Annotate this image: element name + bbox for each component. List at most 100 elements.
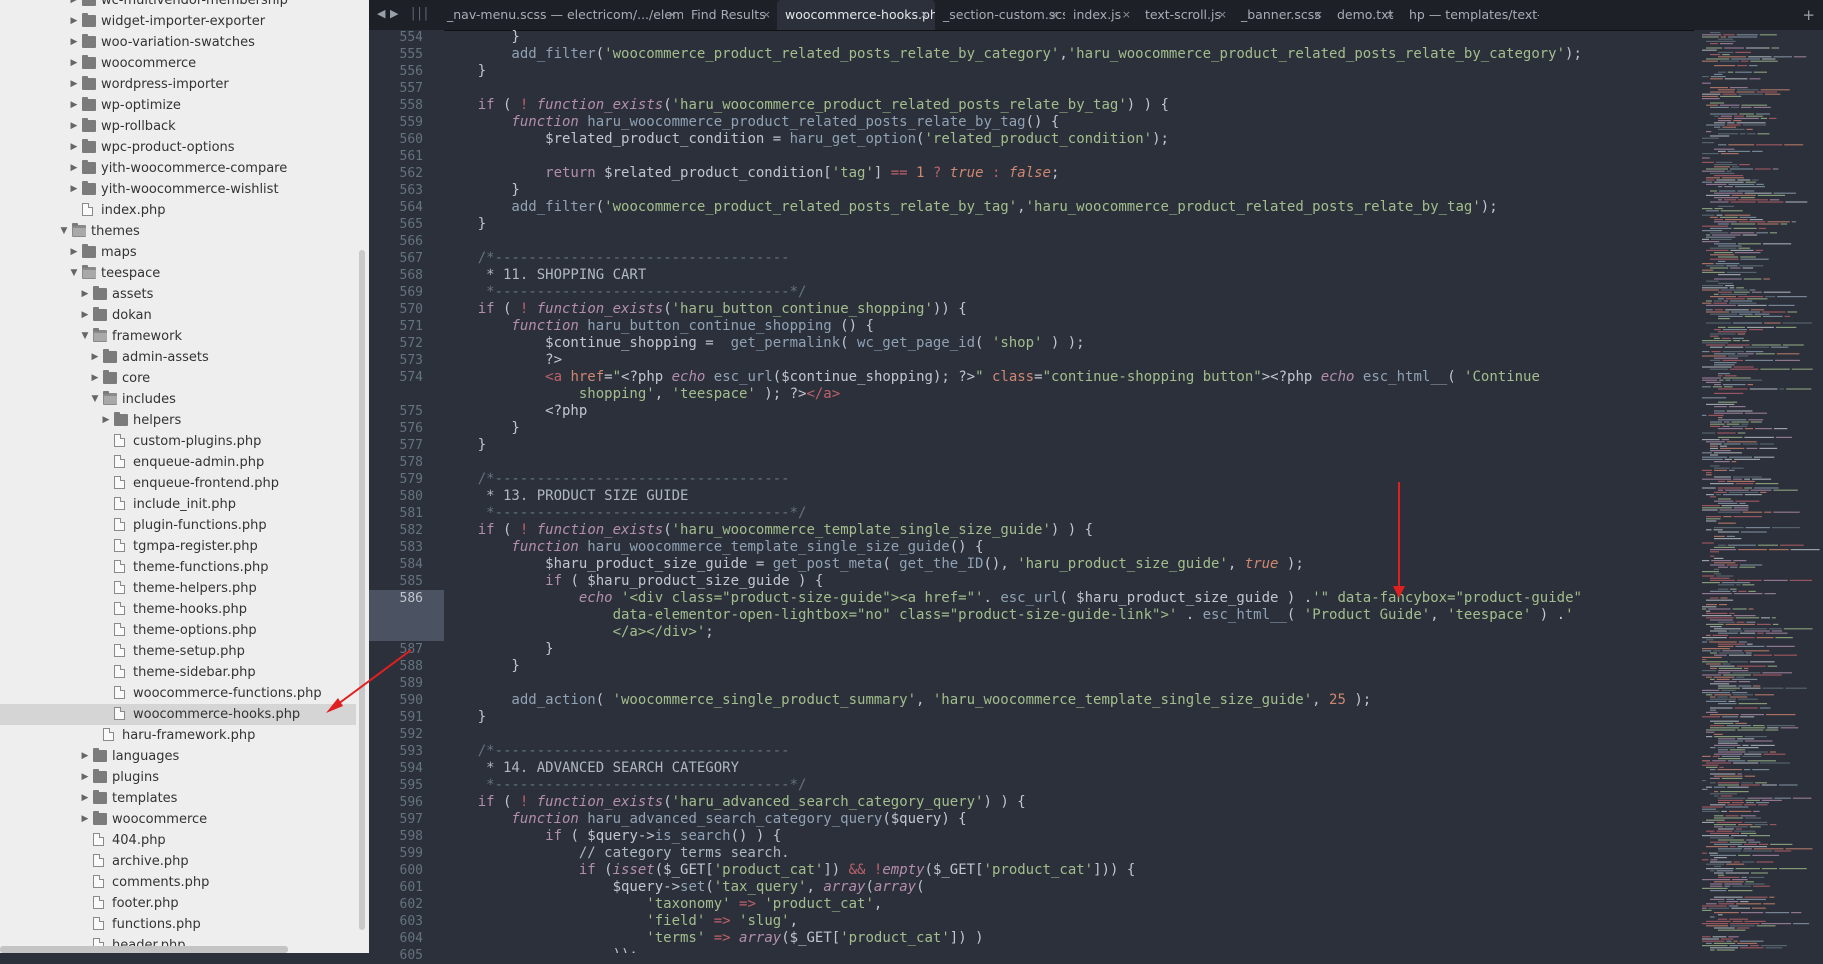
disclosure-closed-icon[interactable]: ▶: [69, 116, 79, 137]
tree-folder-themes[interactable]: ▼ themes: [0, 221, 356, 242]
tree-folder-woo-variation-swatches[interactable]: ▶ woo-variation-swatches: [0, 32, 356, 53]
new-tab-icon[interactable]: +: [1802, 6, 1815, 24]
disclosure-closed-icon[interactable]: ▶: [69, 32, 79, 53]
tree-folder-framework[interactable]: ▼ framework: [0, 326, 356, 347]
disclosure-closed-icon[interactable]: ▶: [80, 284, 90, 305]
forward-icon[interactable]: ▶: [390, 7, 398, 20]
code-line[interactable]: * 11. SHOPPING CART: [444, 267, 646, 284]
close-tab-icon[interactable]: ×: [762, 0, 771, 30]
code-line[interactable]: $related_product_condition = haru_get_op…: [444, 131, 1169, 148]
code-line[interactable]: ?>: [444, 352, 562, 369]
disclosure-closed-icon[interactable]: ▶: [69, 53, 79, 74]
code-line[interactable]: shopping', 'teespace' ); ?></a>: [444, 386, 840, 403]
close-tab-icon[interactable]: ×: [920, 0, 929, 30]
tree-folder-wp-optimize[interactable]: ▶ wp-optimize: [0, 95, 356, 116]
disclosure-closed-icon[interactable]: ▶: [90, 347, 100, 368]
code-line[interactable]: }: [444, 216, 486, 233]
tree-file-include-init-php[interactable]: include_init.php: [0, 494, 356, 515]
tree-folder-assets[interactable]: ▶ assets: [0, 284, 356, 305]
code-line[interactable]: $query->set('tax_query', array(array(: [444, 879, 925, 896]
code-line[interactable]: <?php: [444, 403, 587, 420]
tree-folder-templates[interactable]: ▶ templates: [0, 788, 356, 809]
disclosure-closed-icon[interactable]: ▶: [69, 11, 79, 32]
tree-file-theme-setup-php[interactable]: theme-setup.php: [0, 641, 356, 662]
code-line[interactable]: if ( ! function_exists('haru_woocommerce…: [444, 522, 1093, 539]
close-tab-icon[interactable]: ×: [1314, 0, 1323, 30]
tree-folder-widget-importer-exporter[interactable]: ▶ widget-importer-exporter: [0, 11, 356, 32]
tree-file-woocommerce-hooks-php[interactable]: woocommerce-hooks.php: [0, 704, 356, 725]
tree-file-404-php[interactable]: 404.php: [0, 830, 356, 851]
disclosure-open-icon[interactable]: ▼: [80, 326, 90, 347]
disclosure-open-icon[interactable]: ▼: [90, 389, 100, 410]
tree-folder-includes[interactable]: ▼ includes: [0, 389, 356, 410]
tree-folder-wordpress-importer[interactable]: ▶ wordpress-importer: [0, 74, 356, 95]
code-line[interactable]: ));: [444, 947, 638, 953]
tab-demo-txt[interactable]: demo.txt ×: [1329, 0, 1401, 30]
code-line[interactable]: function haru_advanced_search_category_q…: [444, 811, 966, 828]
code-line[interactable]: return $related_product_condition['tag']…: [444, 165, 1059, 182]
tree-file-index-php[interactable]: index.php: [0, 200, 356, 221]
tab-banner-scss[interactable]: _banner.scss ×: [1233, 0, 1329, 30]
tab-woocommerce-hooks-php[interactable]: woocommerce-hooks.php ×: [777, 0, 935, 30]
code-line[interactable]: }: [444, 437, 486, 454]
code-line[interactable]: function haru_button_continue_shopping (…: [444, 318, 873, 335]
tree-folder-admin-assets[interactable]: ▶ admin-assets: [0, 347, 356, 368]
close-tab-icon[interactable]: ×: [668, 0, 677, 30]
code-line[interactable]: *-----------------------------------*/: [444, 505, 806, 522]
tree-file-plugin-functions-php[interactable]: plugin-functions.php: [0, 515, 356, 536]
code-line[interactable]: $haru_product_size_guide = get_post_meta…: [444, 556, 1304, 573]
code-line[interactable]: add_filter('woocommerce_product_related_…: [444, 46, 1581, 63]
sidebar-horizontal-scrollbar[interactable]: [0, 946, 288, 953]
disclosure-open-icon[interactable]: ▼: [69, 263, 79, 284]
code-line[interactable]: 'field' => 'slug',: [444, 913, 798, 930]
tree-folder-woocommerce[interactable]: ▶ woocommerce: [0, 809, 356, 830]
tree-file-theme-sidebar-php[interactable]: theme-sidebar.php: [0, 662, 356, 683]
tree-file-woocommerce-functions-php[interactable]: woocommerce-functions.php: [0, 683, 356, 704]
code-line[interactable]: }: [444, 63, 486, 80]
disclosure-closed-icon[interactable]: ▶: [80, 746, 90, 767]
sidebar-vertical-scrollbar[interactable]: [359, 250, 365, 930]
code-line[interactable]: * 14. ADVANCED SEARCH CATEGORY: [444, 760, 739, 777]
tree-folder-core[interactable]: ▶ core: [0, 368, 356, 389]
tree-file-enqueue-frontend-php[interactable]: enqueue-frontend.php: [0, 473, 356, 494]
code-line[interactable]: /*-----------------------------------: [444, 743, 790, 760]
code-line[interactable]: // category terms search.: [444, 845, 790, 862]
code-area[interactable]: } add_filter('woocommerce_product_relate…: [444, 30, 1684, 953]
tab-nav-menu-scss-electricom-elementor[interactable]: _nav-menu.scss — electricom/.../elemento…: [439, 0, 683, 30]
code-line[interactable]: /*-----------------------------------: [444, 250, 790, 267]
tree-file-haru-framework-php[interactable]: haru-framework.php: [0, 725, 356, 746]
code-line[interactable]: if ( ! function_exists('haru_advanced_se…: [444, 794, 1026, 811]
tree-file-comments-php[interactable]: comments.php: [0, 872, 356, 893]
tree-folder-yith-woocommerce-wishlist[interactable]: ▶ yith-woocommerce-wishlist: [0, 179, 356, 200]
disclosure-closed-icon[interactable]: ▶: [69, 242, 79, 263]
disclosure-closed-icon[interactable]: ▶: [80, 767, 90, 788]
disclosure-closed-icon[interactable]: ▶: [69, 0, 79, 11]
code-line[interactable]: }: [444, 641, 553, 658]
tree-folder-teespace[interactable]: ▼ teespace: [0, 263, 356, 284]
tree-file-theme-options-php[interactable]: theme-options.php: [0, 620, 356, 641]
tree-file-tgmpa-register-php[interactable]: tgmpa-register.php: [0, 536, 356, 557]
tab-hp-templates-text-label[interactable]: hp — templates/text-label: [1401, 0, 1539, 30]
tree-file-custom-plugins-php[interactable]: custom-plugins.php: [0, 431, 356, 452]
code-line[interactable]: }: [444, 658, 519, 675]
disclosure-closed-icon[interactable]: ▶: [69, 95, 79, 116]
disclosure-closed-icon[interactable]: ▶: [101, 410, 111, 431]
code-line[interactable]: }: [444, 420, 519, 437]
tree-folder-dokan[interactable]: ▶ dokan: [0, 305, 356, 326]
code-line[interactable]: function haru_woocommerce_product_relate…: [444, 114, 1059, 131]
tree-file-theme-functions-php[interactable]: theme-functions.php: [0, 557, 356, 578]
close-tab-icon[interactable]: ×: [1122, 0, 1131, 30]
code-line[interactable]: if ( $query->is_search() ) {: [444, 828, 781, 845]
back-icon[interactable]: ◀: [377, 7, 385, 20]
disclosure-closed-icon[interactable]: ▶: [80, 305, 90, 326]
disclosure-closed-icon[interactable]: ▶: [69, 74, 79, 95]
code-line[interactable]: /*-----------------------------------: [444, 471, 790, 488]
code-line[interactable]: * 13. PRODUCT SIZE GUIDE: [444, 488, 688, 505]
code-line[interactable]: $continue_shopping = get_permalink( wc_g…: [444, 335, 1084, 352]
code-line[interactable]: }: [444, 709, 486, 726]
tree-folder-woocommerce[interactable]: ▶ woocommerce: [0, 53, 356, 74]
code-line[interactable]: if ( ! function_exists('haru_button_cont…: [444, 301, 967, 318]
disclosure-closed-icon[interactable]: ▶: [80, 788, 90, 809]
tree-file-functions-php[interactable]: functions.php: [0, 914, 356, 935]
code-line[interactable]: add_filter('woocommerce_product_related_…: [444, 199, 1497, 216]
